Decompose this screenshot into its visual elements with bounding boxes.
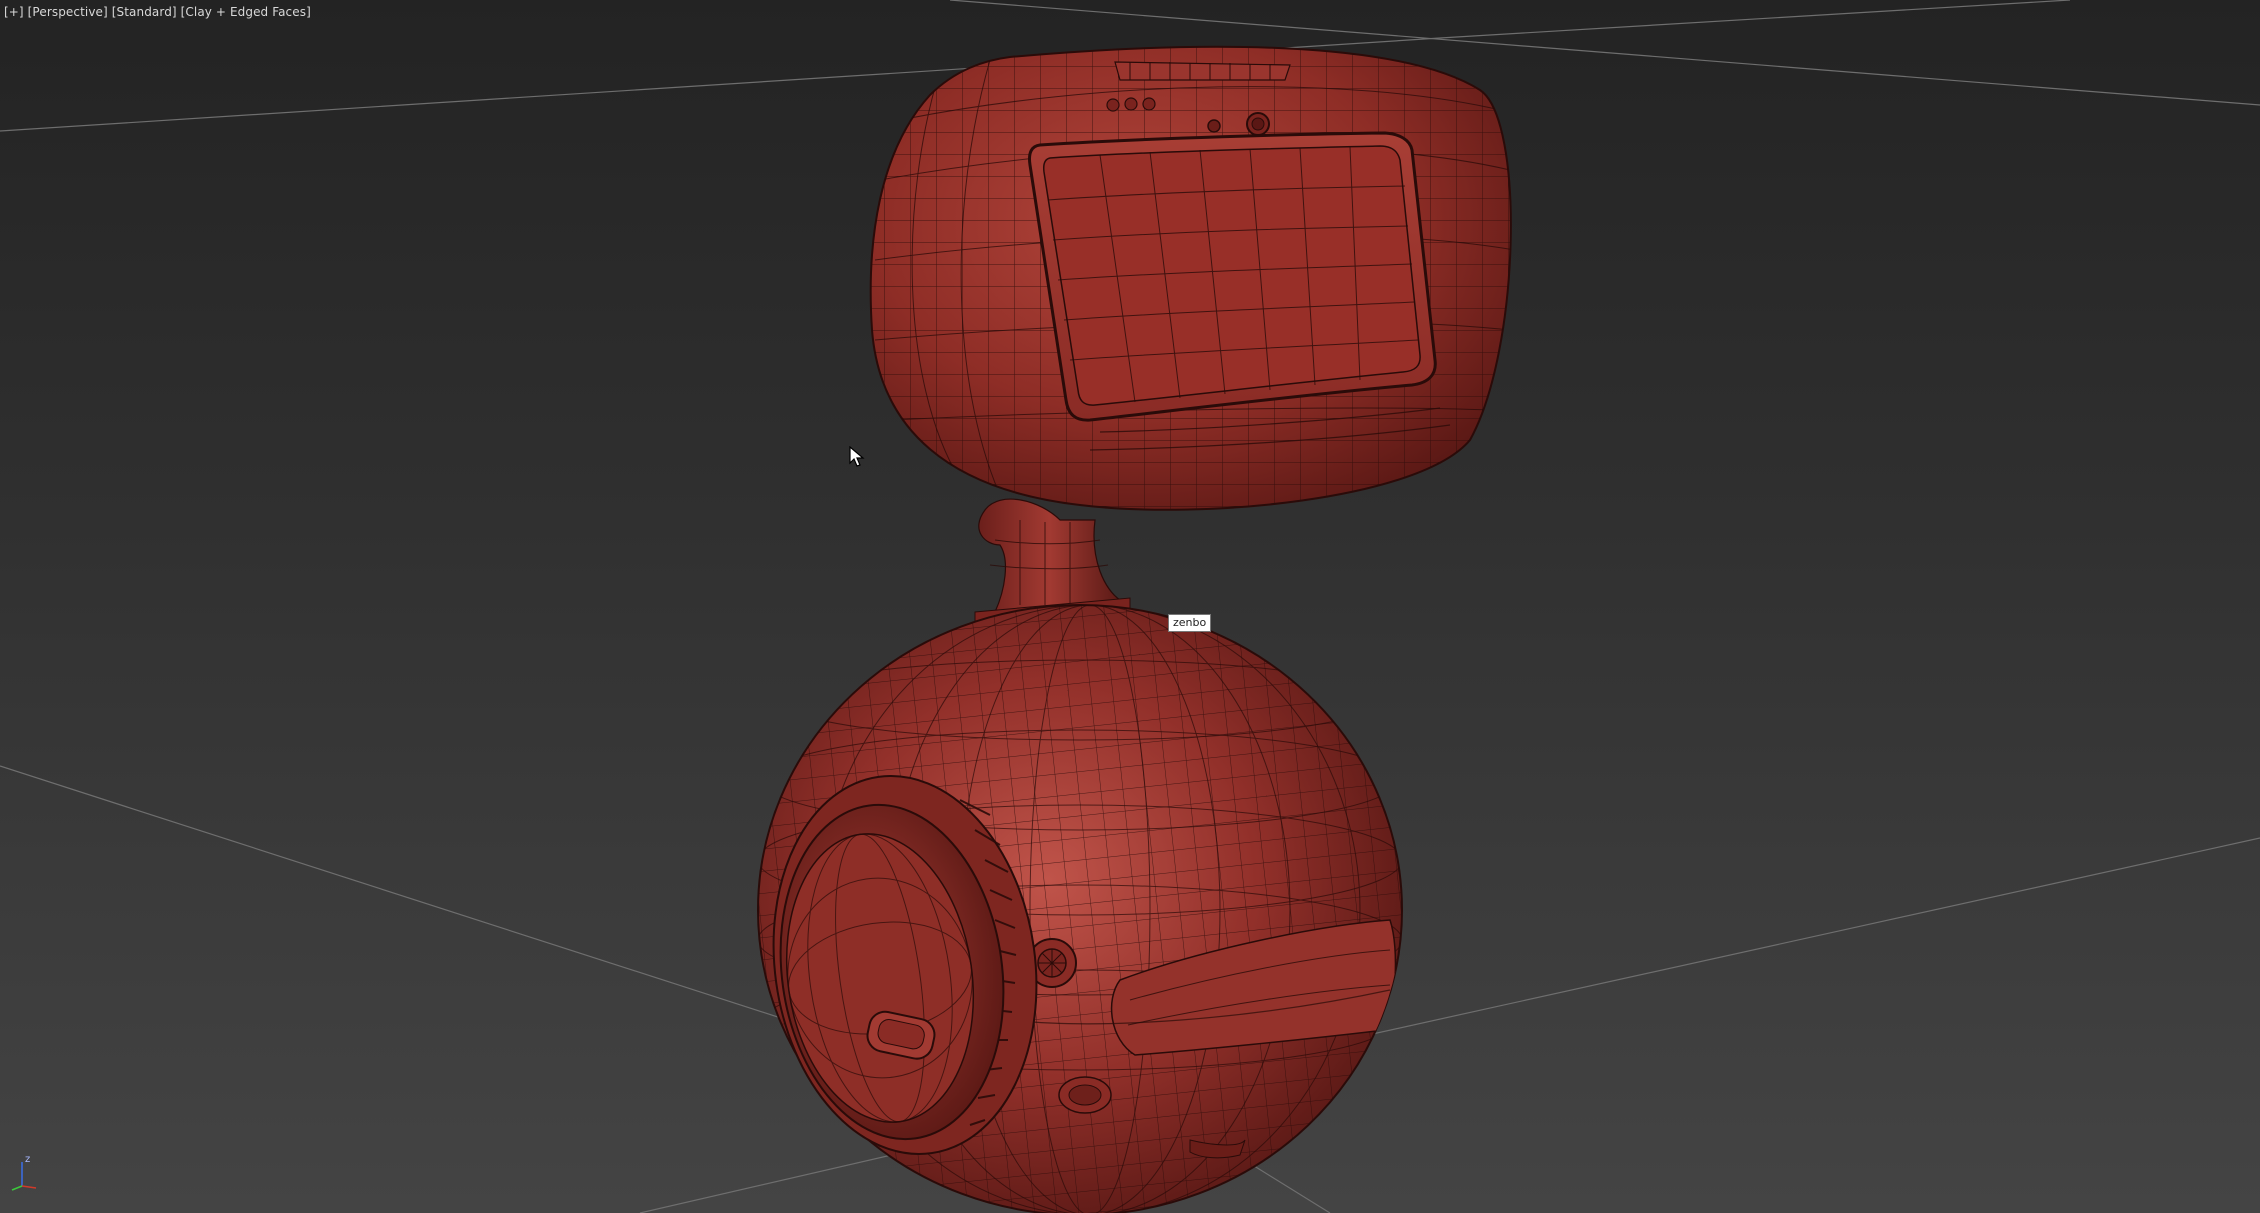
axis-z-label: z <box>25 1154 30 1165</box>
scene-canvas[interactable] <box>0 0 2260 1213</box>
perspective-viewport[interactable]: [+] [Perspective] [Standard] [Clay + Edg… <box>0 0 2260 1213</box>
viewport-label[interactable]: [+] [Perspective] [Standard] [Clay + Edg… <box>4 5 311 19</box>
viewport-shading-mode[interactable]: [Clay + Edged Faces] <box>181 5 311 19</box>
mouse-cursor-icon <box>849 446 865 467</box>
viewport-menu-plus[interactable]: [+] <box>4 5 24 19</box>
robot-neck <box>974 498 1131 623</box>
object-name-tooltip: zenbo <box>1168 614 1212 632</box>
axis-gizmo-icon: z <box>11 1154 37 1191</box>
robot-head <box>869 45 1512 511</box>
viewport-view-mode[interactable]: [Perspective] <box>28 5 108 19</box>
viewport-render-preset[interactable]: [Standard] <box>112 5 177 19</box>
